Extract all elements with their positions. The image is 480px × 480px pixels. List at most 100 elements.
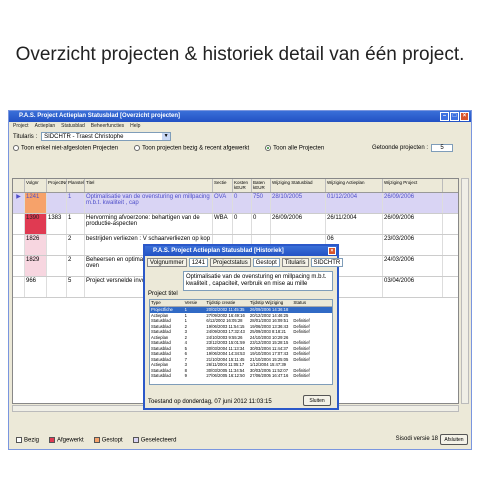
cell-volgnr: 1390 [25, 214, 47, 234]
header-planstel[interactable]: Planstel [67, 179, 85, 192]
version-label: Sisodi versie 18 [395, 436, 438, 442]
titularis-label: Titularis : [13, 133, 38, 140]
header-wijziging-project[interactable]: Wijziging Project [383, 179, 443, 192]
table-header: Volgnr ProjectNr Planstel Titel Sectie K… [13, 179, 458, 193]
row-selector [13, 214, 25, 234]
filter-radio-group: Toon enkel niet-afgesloten Projecten Too… [9, 142, 471, 154]
titularis-row: Titularis : SIDCHTR - Traest Christophe … [9, 131, 471, 142]
maximize-icon[interactable]: □ [450, 112, 459, 121]
table-row[interactable]: 1390 1383 1 Hervorming afvoerzone: behar… [13, 214, 458, 235]
header-versie[interactable]: Versie [184, 300, 206, 306]
header-selector [13, 179, 25, 192]
legend-geselecteerd: Geselecteerd [132, 436, 177, 444]
dialog-footer-text: Toestand op donderdag, 07 juni 2012 11:0… [148, 399, 272, 405]
cell: 27/06/2005 16:12:50 [206, 373, 245, 378]
cell-volgnr: 1826 [25, 235, 47, 255]
titularis-value: SIDCHTR [310, 258, 344, 267]
status-bar: Bezig Afgewerkt Gestopt Geselecteerd Sis… [12, 433, 470, 447]
titularis-select[interactable]: SIDCHTR - Traest Christophe ▼ [41, 132, 172, 141]
minimize-icon[interactable]: – [440, 112, 449, 121]
cell-projectnr [47, 235, 67, 255]
cell-planstel: 1 [67, 193, 85, 213]
radio-alle-projecten[interactable]: Toon alle Projecten [265, 144, 325, 152]
cell-wijziging-project: 26/09/2006 [383, 214, 443, 234]
radio-checked-icon [265, 144, 272, 151]
cell-volgnr: 966 [25, 277, 47, 297]
header-tijdstip-wijziging[interactable]: Tijdstip Wijziging [249, 300, 293, 306]
cell-projectnr: 1383 [47, 214, 67, 234]
header-status[interactable]: Status [292, 300, 332, 306]
dialog-info-row: Volgnummer 1241 Projectstatus Gestopt Ti… [145, 256, 344, 269]
titularis-label: Titularis [281, 258, 309, 267]
cell-baten: 0 [252, 214, 271, 234]
cell-wijziging-project: 23/03/2006 [383, 235, 443, 255]
cell-sectie: WBA [213, 214, 233, 234]
close-icon[interactable]: × [328, 247, 336, 255]
header-titel[interactable]: Titel [85, 179, 213, 192]
list-item[interactable]: Statusblad 9 27/06/2005 16:12:50 27/06/2005… [150, 373, 332, 379]
header-baten[interactable]: Baten kEUR [252, 179, 271, 192]
legend-bezig: Bezig [16, 436, 39, 443]
chevron-down-icon[interactable]: ▼ [162, 133, 171, 140]
legend-swatch [132, 436, 139, 443]
cell-kosten: 0 [233, 193, 252, 213]
cell-wijziging-actieplan: 01/12/2004 [326, 193, 383, 213]
legend-swatch [16, 436, 22, 443]
legend-label: Afgewerkt [57, 437, 84, 444]
sluiten-button[interactable]: Sluiten [303, 395, 331, 406]
cell-projectnr [47, 277, 67, 297]
header-type[interactable]: Type [150, 300, 184, 306]
radio-label: Toon projecten bezig & recent afgewerkt [142, 145, 250, 152]
cell-titel: Hervorming afvoerzone: behartigen van de… [85, 214, 213, 234]
menubar: Project Actieplan Statusblad Beheerfunct… [9, 122, 471, 131]
count-value: 5 [431, 144, 453, 152]
radio-icon [13, 144, 19, 151]
cell: Definitief [293, 373, 310, 378]
cell-wijziging-project: 26/09/2006 [383, 193, 443, 213]
row-selector [13, 256, 25, 276]
cell-volgnr: 1241 [25, 193, 47, 213]
header-wijziging-actieplan[interactable]: Wijziging Actieplan [326, 179, 383, 192]
history-list: Type Versie Tijdstip creatie Tijdstip Wi… [149, 299, 333, 385]
project-title-field: Optimalisatie van de ovensturing en mill… [183, 271, 333, 291]
table-row[interactable]: ▶ 1241 1 Optimalisatie van de ovensturin… [13, 193, 458, 214]
legend-label: Gestopt [101, 437, 123, 444]
header-projectnr[interactable]: ProjectNr [47, 179, 67, 192]
radio-bezig-recent[interactable]: Toon projecten bezig & recent afgewerkt [134, 144, 250, 152]
cell: Statusblad [151, 373, 171, 378]
close-icon[interactable]: × [460, 112, 469, 121]
afsluiten-button[interactable]: Afsluiten [440, 434, 468, 445]
cell-sectie: OVA [213, 193, 233, 213]
titularis-value: SIDCHTR - Traest Christophe [44, 134, 124, 140]
cell-wijziging-actieplan: 26/11/2004 [326, 214, 383, 234]
cell-wijziging-project: 24/03/2006 [383, 256, 443, 276]
header-volgnr[interactable]: Volgnr [25, 179, 47, 192]
header-wijziging-statusblad[interactable]: Wijziging Statusblad [271, 179, 326, 192]
header-tijdstip-creatie[interactable]: Tijdstip creatie [205, 300, 249, 306]
legend-label: Geselecteerd [140, 437, 177, 444]
dialog-title: P.A.S. Project Actieplan Statusblad [His… [153, 248, 284, 254]
projectstatus-label: Projectstatus [210, 258, 251, 267]
radio-label: Toon enkel niet-afgesloten Projecten [21, 145, 119, 152]
radio-label: Toon alle Projecten [273, 145, 325, 152]
count-label: Getoonde projecten : [371, 145, 428, 151]
header-sectie[interactable]: Sectie [213, 179, 233, 192]
legend-swatch [49, 436, 56, 443]
vertical-scrollbar[interactable] [461, 178, 469, 404]
radio-niet-afgesloten[interactable]: Toon enkel niet-afgesloten Projecten [13, 144, 119, 152]
row-pointer-icon: ▶ [13, 193, 25, 213]
menu-actieplan[interactable]: Actieplan [35, 122, 56, 131]
window-titlebar: P.A.S. Project Actieplan Statusblad [Ove… [9, 111, 471, 122]
menu-beheerfuncties[interactable]: Beheerfuncties [91, 122, 124, 131]
header-kosten[interactable]: Kosten kEUR [233, 179, 252, 192]
volgnummer-label: Volgnummer [147, 258, 187, 267]
project-count: Getoonde projecten :5 [372, 144, 453, 152]
cell-projectnr [47, 193, 67, 213]
menu-help[interactable]: Help [130, 122, 140, 131]
legend-gestopt: Gestopt [93, 436, 123, 444]
menu-statusblad[interactable]: Statusblad [61, 122, 85, 131]
menu-project[interactable]: Project [13, 122, 29, 131]
cell-baten: 750 [252, 193, 271, 213]
history-header: Type Versie Tijdstip creatie Tijdstip Wi… [150, 300, 332, 307]
cell-planstel: 5 [67, 277, 85, 297]
